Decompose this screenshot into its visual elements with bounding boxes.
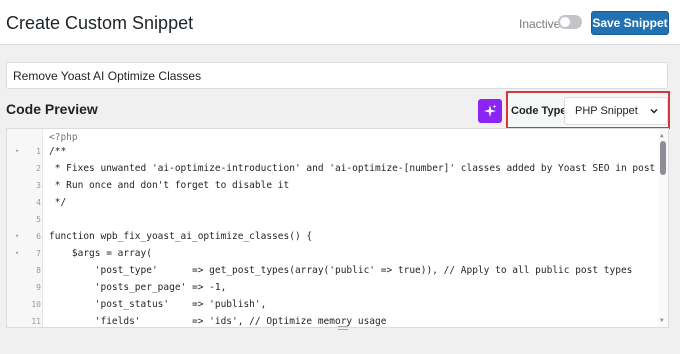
editor-line: 11 'fields' => 'ids', // Optimize memory… — [7, 313, 647, 327]
code-type-highlight: Code Type PHP Snippet — [506, 91, 670, 129]
editor-line: ▾ 1 /** — [7, 143, 647, 159]
scroll-down-icon[interactable]: ▼ — [660, 317, 664, 324]
active-toggle[interactable] — [558, 15, 582, 29]
line-number: 2 — [36, 163, 41, 173]
code-text: /** — [49, 145, 67, 157]
code-text: 'post_status' => 'publish', — [49, 298, 267, 310]
line-number: 4 — [36, 197, 41, 207]
line-number: 7 — [36, 248, 41, 258]
code-text: $args = array( — [49, 247, 152, 259]
code-text: 'posts_per_page' => -1, — [49, 281, 227, 293]
save-snippet-button[interactable]: Save Snippet — [591, 11, 669, 35]
sparkle-icon — [484, 104, 497, 117]
line-number: 5 — [36, 214, 41, 224]
line-number: 1 — [36, 146, 41, 156]
editor-line: 8 'post_type' => get_post_types(array('p… — [7, 262, 647, 278]
code-text: 'fields' => 'ids', // Optimize memory us… — [49, 315, 387, 327]
code-text: 'post_type' => get_post_types(array('pub… — [49, 264, 633, 276]
code-type-select[interactable]: PHP Snippet — [564, 97, 668, 125]
chevron-down-icon — [650, 108, 658, 114]
editor-line: 5 — [7, 211, 647, 227]
code-editor[interactable]: <?php ▾ 1 /** 2 * Fixes unwanted 'ai-opt… — [6, 128, 669, 328]
code-text: function wpb_fix_yoast_ai_optimize_class… — [49, 230, 313, 242]
page-title: Create Custom Snippet — [6, 13, 194, 33]
code-preview-title: Code Preview — [6, 101, 98, 117]
code-text: <?php — [49, 131, 78, 143]
line-number: 9 — [36, 282, 41, 292]
ai-generate-button[interactable] — [478, 99, 502, 123]
editor-line: 9 'posts_per_page' => -1, — [7, 279, 647, 295]
code-text: * Fixes unwanted 'ai-optimize-introducti… — [49, 162, 669, 174]
line-number: 8 — [36, 265, 41, 275]
editor-line: 4 */ — [7, 194, 647, 210]
editor-line: ▾ 6 function wpb_fix_yoast_ai_optimize_c… — [7, 228, 647, 244]
code-text: * Run once and don't forget to disable i… — [49, 179, 290, 191]
editor-scrollbar[interactable]: ▲ ▼ — [658, 129, 668, 327]
page-header: Create Custom Snippet Inactive Save Snip… — [0, 0, 680, 45]
code-text: */ — [49, 196, 67, 208]
code-type-label: Code Type — [511, 105, 567, 117]
line-number: 3 — [36, 180, 41, 190]
editor-line: 3 * Run once and don't forget to disable… — [7, 177, 647, 193]
editor-line: ▾ 7 $args = array( — [7, 245, 647, 261]
editor-line: 2 * Fixes unwanted 'ai-optimize-introduc… — [7, 160, 668, 176]
scrollbar-thumb[interactable] — [660, 141, 666, 175]
editor-resize-handle[interactable] — [338, 326, 348, 330]
editor-line: 10 'post_status' => 'publish', — [7, 296, 647, 312]
code-type-value: PHP Snippet — [575, 105, 638, 117]
snippet-title-input[interactable]: Remove Yoast AI Optimize Classes — [6, 62, 668, 89]
toggle-knob — [560, 17, 570, 27]
scroll-up-icon[interactable]: ▲ — [660, 132, 664, 139]
line-number: 6 — [36, 231, 41, 241]
line-number: 11 — [31, 316, 41, 326]
status-label: Inactive — [519, 17, 561, 31]
line-number: 10 — [31, 299, 41, 309]
